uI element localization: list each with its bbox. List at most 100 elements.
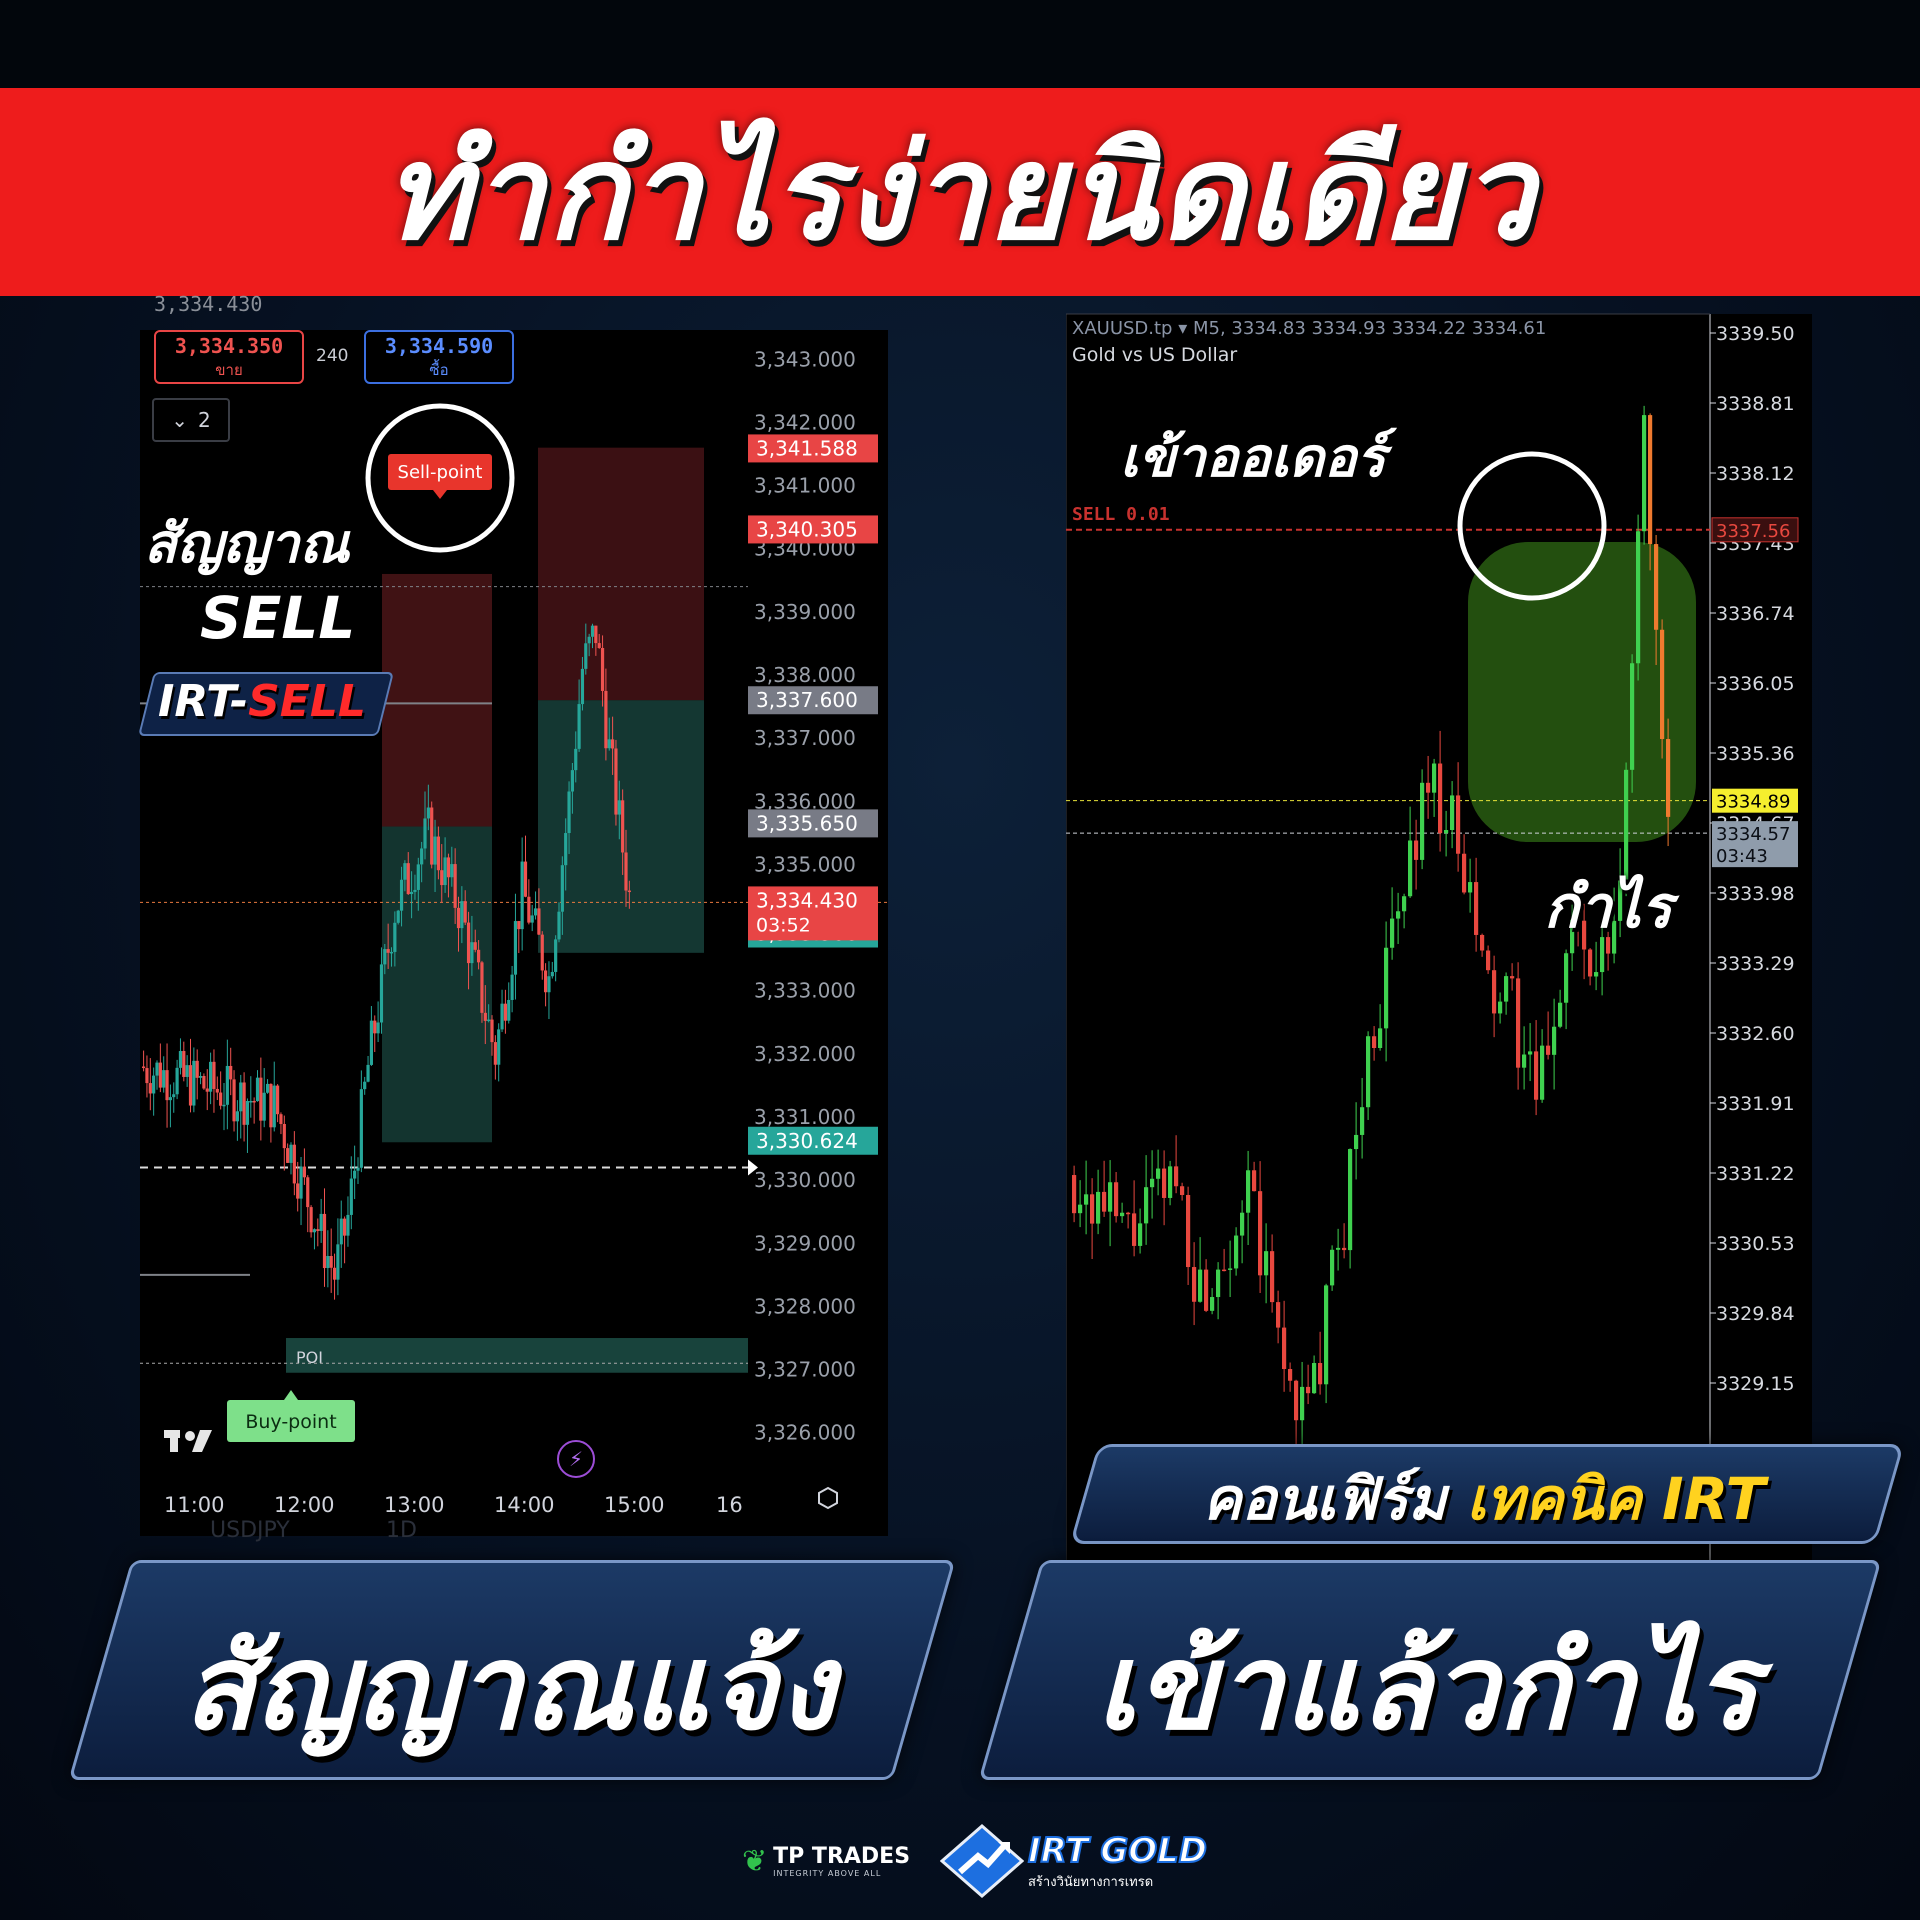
candle-body <box>145 1068 149 1084</box>
candle-body <box>302 1166 306 1178</box>
candle-body <box>466 922 471 964</box>
candle-body <box>1252 1170 1257 1192</box>
bid-countdown: 03:43 <box>1716 846 1768 867</box>
y-tick-label: 3330.53 <box>1716 1233 1795 1255</box>
sell-price-box[interactable]: 3,334.350 ขาย <box>154 330 304 384</box>
x-tick-label: 13:00 <box>384 1493 445 1517</box>
candle-body <box>1306 1386 1311 1394</box>
candle-body <box>353 1170 357 1179</box>
candle-body <box>1114 1182 1119 1217</box>
sell-zone-rect <box>538 447 704 701</box>
candle-body <box>600 648 605 691</box>
candle-body <box>1138 1223 1143 1246</box>
tp-zone-rect <box>538 700 704 953</box>
candle-body <box>152 1075 156 1094</box>
candle-body <box>1666 739 1671 817</box>
price-badge-value: 3,337.600 <box>756 688 858 712</box>
candle-body <box>209 1061 213 1092</box>
candle-body <box>1282 1327 1287 1370</box>
candle-body <box>296 1183 300 1199</box>
candle-body <box>1390 918 1395 948</box>
candle-body <box>1492 970 1497 1014</box>
irt-sell-tag-text: IRT-SELL <box>158 676 366 727</box>
candle-body <box>1228 1268 1233 1270</box>
candle-body <box>604 690 608 749</box>
candle-body <box>1168 1166 1173 1198</box>
candle-body <box>1564 953 1569 1003</box>
candle-body <box>1534 1051 1539 1100</box>
price-badge-value: 3,330.624 <box>756 1129 858 1153</box>
profit-label: กำไร <box>1544 873 1673 941</box>
candle-body <box>1222 1269 1227 1272</box>
candle-body <box>440 870 444 886</box>
right-chart-bg <box>1066 314 1812 1566</box>
candle-body <box>611 739 615 749</box>
candle-body <box>229 1065 233 1080</box>
candle-body <box>1636 531 1641 664</box>
leaf-logo-icon: ❦ <box>742 1843 768 1879</box>
candle-body <box>1546 1045 1551 1055</box>
buy-price-value: 3,334.590 <box>384 334 494 358</box>
sell-order-label: SELL 0.01 <box>1072 504 1170 525</box>
bottom-left-text: สัญญาณแจ้ง <box>183 1618 835 1756</box>
confirm-prefix: คอนเฟิร์ม <box>1202 1465 1447 1533</box>
candle-body <box>507 999 511 1021</box>
candle-body <box>1108 1182 1113 1212</box>
y-tick-label: 3,339.000 <box>754 600 856 624</box>
candle-body <box>188 1065 193 1106</box>
price-badge-value: 3,335.650 <box>756 811 858 835</box>
candle-body <box>1480 934 1485 951</box>
irt-gold-logo: IRT GOLD สร้างวินัยทางการเทรด <box>940 1824 1208 1898</box>
tp-trades-logo: ❦ TP TRADES INTEGRITY ABOVE ALL <box>742 1826 910 1896</box>
candle-body <box>550 971 554 977</box>
candle-body <box>580 668 585 705</box>
candle-body <box>433 836 437 865</box>
candle-body <box>359 1089 363 1168</box>
candle-body <box>557 911 561 940</box>
candle-body <box>403 863 407 880</box>
chevron-down-icon: ⌄ <box>171 408 189 432</box>
tv-logo-part <box>185 1431 195 1441</box>
y-tick-label: 3,330.000 <box>754 1168 856 1192</box>
candle-body <box>1540 1045 1545 1100</box>
candle-body <box>1246 1170 1251 1213</box>
candle-body <box>1522 1054 1527 1068</box>
signal-label: สัญญาณ <box>144 512 350 575</box>
candle-body <box>165 1070 169 1101</box>
candle-body <box>446 857 451 878</box>
candle-body <box>1288 1369 1293 1381</box>
candle-body <box>627 890 631 893</box>
candle-body <box>339 1218 343 1245</box>
candle-body <box>473 942 477 950</box>
left-candlestick-chart[interactable]: 3,343.0003,342.0003,341.0003,340.0003,33… <box>140 296 888 1536</box>
buy-point-label: Buy-point <box>245 1411 336 1433</box>
y-tick-label: 3,327.000 <box>754 1358 856 1382</box>
candle-body <box>574 748 578 771</box>
candle-body <box>376 1022 380 1034</box>
buy-price-box[interactable]: 3,334.590 ซื้อ <box>364 330 514 384</box>
candle-body <box>386 949 390 953</box>
candle-body <box>1102 1191 1107 1212</box>
candle-body <box>1072 1175 1077 1214</box>
candle-body <box>1234 1235 1239 1269</box>
candle-body <box>1192 1267 1197 1302</box>
candle-body <box>1216 1269 1221 1298</box>
candle-body <box>1096 1191 1101 1224</box>
candle-body <box>436 836 440 871</box>
candle-body <box>332 1267 337 1280</box>
candle-body <box>493 1042 497 1065</box>
symbol-description: Gold vs US Dollar <box>1072 344 1238 366</box>
y-tick-label: 3,343.000 <box>754 347 856 371</box>
y-tick-label: 3,329.000 <box>754 1231 856 1255</box>
candle-body <box>1276 1302 1281 1328</box>
candle-body <box>319 1213 323 1231</box>
candle-body <box>590 625 595 637</box>
candle-body <box>363 1081 367 1090</box>
candle-body <box>483 1012 487 1021</box>
candle-body <box>346 1214 350 1236</box>
candle-body <box>168 1097 172 1101</box>
lot-dropdown[interactable]: ⌄ 2 <box>152 398 230 442</box>
candle-body <box>336 1244 340 1280</box>
candle-body <box>1444 829 1449 834</box>
candle-body <box>587 636 591 644</box>
